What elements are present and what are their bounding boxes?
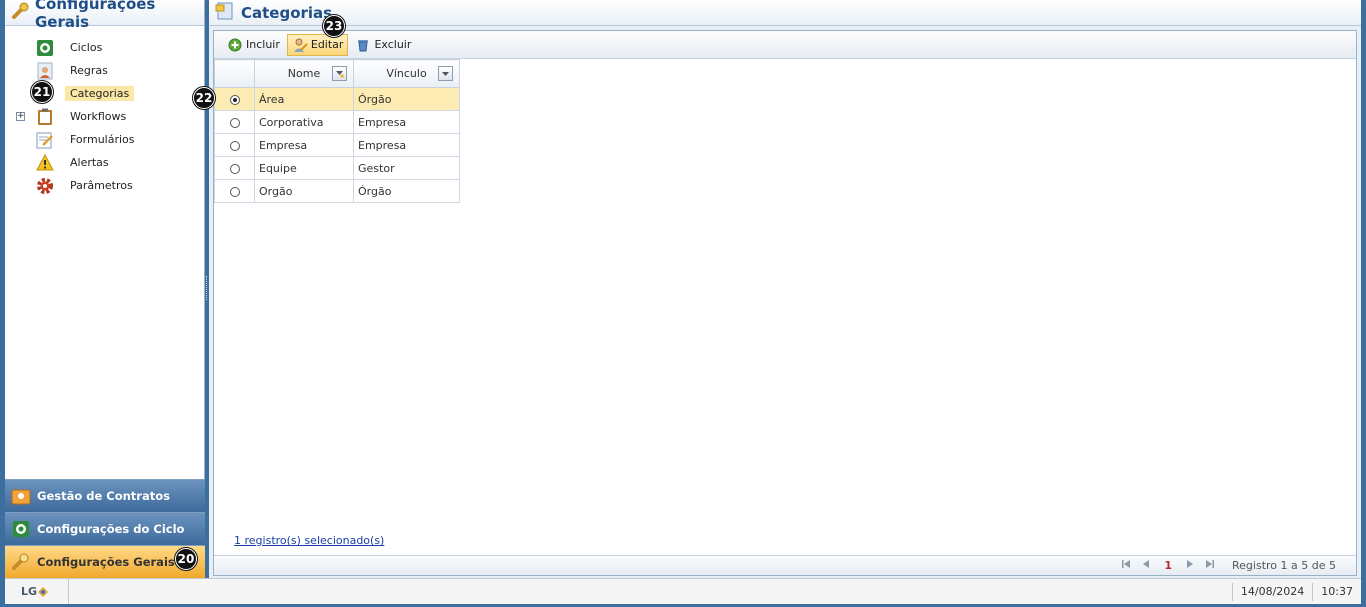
toolbar: Incluir Editar Excluir [214, 31, 1356, 59]
nav-label: Configurações Gerais [37, 555, 175, 569]
table-row[interactable]: Área Órgão [214, 87, 460, 111]
tree-item-label: Workflows [70, 110, 127, 123]
status-time: 10:37 [1312, 582, 1361, 601]
row-select-radio[interactable] [214, 156, 255, 180]
cycle-icon [36, 39, 54, 57]
pagination-bar: 1 Registro 1 a 5 de 5 [214, 555, 1356, 575]
nav-configuracoes-ciclo[interactable]: Configurações do Ciclo [5, 512, 205, 545]
nav-label: Configurações do Ciclo [37, 522, 185, 536]
next-page-icon[interactable] [1185, 559, 1195, 572]
dropdown-arrow-icon[interactable] [438, 66, 453, 81]
content-header: Categorias [209, 0, 1361, 26]
cell-vinculo: Gestor [353, 156, 460, 180]
tree-item-regras[interactable]: Regras [5, 59, 204, 82]
cell-vinculo: Órgão [353, 87, 460, 111]
clipboard-icon [36, 108, 54, 126]
nav-gestao-contratos[interactable]: Gestão de Contratos [5, 479, 205, 512]
user-rules-icon [36, 62, 54, 80]
table-header-row: Nome Vínculo [214, 59, 460, 88]
logo-mark-icon [38, 586, 49, 597]
radio-icon[interactable] [229, 163, 240, 174]
document-icon [215, 2, 235, 23]
cell-vinculo: Órgão [353, 179, 460, 203]
radio-icon[interactable] [229, 117, 240, 128]
wrench-icon [11, 552, 31, 572]
radio-icon[interactable] [229, 140, 240, 151]
logo-text: LG [21, 585, 38, 598]
contracts-icon [11, 486, 31, 506]
categories-container: Incluir Editar Excluir Nome Vínculo Área… [213, 30, 1357, 576]
cell-nome: Equipe [254, 156, 354, 180]
tree-item-label: Parâmetros [70, 179, 133, 192]
cycle-icon [11, 519, 31, 539]
edit-button[interactable]: Editar [286, 33, 349, 56]
column-label: Nome [287, 67, 321, 80]
select-column-header [214, 59, 255, 88]
prev-page-icon[interactable] [1141, 559, 1151, 572]
last-page-icon[interactable] [1205, 559, 1215, 572]
categories-table: Nome Vínculo Área Órgão Corporativa Empr… [214, 59, 460, 203]
tree-item-label: Ciclos [70, 41, 103, 54]
step-marker-23: 23 [323, 15, 345, 37]
table-row[interactable]: Orgão Órgão [214, 179, 460, 203]
column-header-vinculo[interactable]: Vínculo [353, 59, 460, 88]
status-bar: LG 14/08/2024 10:37 [5, 578, 1361, 604]
tree-item-label: Categorias [65, 86, 135, 101]
edit-label: Editar [310, 38, 344, 51]
tree-item-label: Alertas [70, 156, 109, 169]
add-icon [227, 37, 243, 53]
nav-label: Gestão de Contratos [37, 489, 170, 503]
edit-user-icon [292, 37, 308, 53]
records-info: Registro 1 a 5 de 5 [1232, 559, 1336, 572]
config-tree: Ciclos Regras Categorias + Workflows For… [5, 26, 204, 197]
left-panel-header: Configurações Gerais [5, 0, 204, 31]
cell-nome: Empresa [254, 133, 354, 157]
company-logo: LG [5, 579, 69, 604]
filter-icon[interactable] [332, 66, 347, 81]
expand-toggle[interactable]: + [16, 112, 25, 121]
page-title: Categorias [241, 3, 333, 22]
warning-icon [36, 153, 54, 172]
include-button[interactable]: Incluir [222, 34, 285, 56]
current-page[interactable]: 1 [1164, 559, 1172, 572]
tree-item-parametros[interactable]: Parâmetros [5, 174, 204, 197]
tree-item-label: Formulários [70, 133, 135, 146]
selected-records-link[interactable]: 1 registro(s) selecionado(s) [234, 534, 384, 547]
column-label: Vínculo [386, 67, 427, 80]
include-label: Incluir [246, 38, 280, 51]
radio-checked-icon[interactable] [229, 94, 240, 105]
tree-item-ciclos[interactable]: Ciclos [5, 36, 204, 59]
tree-item-formularios[interactable]: Formulários [5, 128, 204, 151]
cell-vinculo: Empresa [353, 133, 460, 157]
trash-icon [355, 37, 371, 53]
status-date: 14/08/2024 [1231, 582, 1312, 601]
row-select-radio[interactable] [214, 87, 255, 111]
table-row[interactable]: Empresa Empresa [214, 133, 460, 157]
tree-item-workflows[interactable]: + Workflows [5, 105, 204, 128]
delete-button[interactable]: Excluir [350, 34, 416, 56]
left-panel-title: Configurações Gerais [35, 0, 156, 31]
main-content-panel: Categorias Incluir Editar Excluir Nome V… [209, 0, 1361, 578]
step-marker-22: 22 [193, 87, 215, 109]
delete-label: Excluir [374, 38, 412, 51]
cell-nome: Área [254, 87, 354, 111]
table-row[interactable]: Corporativa Empresa [214, 110, 460, 134]
row-select-radio[interactable] [214, 110, 255, 134]
first-page-icon[interactable] [1121, 559, 1131, 572]
tree-item-alertas[interactable]: Alertas [5, 151, 204, 174]
cell-vinculo: Empresa [353, 110, 460, 134]
row-select-radio[interactable] [214, 133, 255, 157]
step-marker-21: 21 [31, 81, 53, 103]
row-select-radio[interactable] [214, 179, 255, 203]
step-marker-20: 20 [175, 548, 197, 570]
wrench-icon [11, 2, 31, 23]
column-header-nome[interactable]: Nome [254, 59, 354, 88]
cell-nome: Orgão [254, 179, 354, 203]
form-edit-icon [36, 131, 54, 149]
tree-item-label: Regras [70, 64, 108, 77]
table-row[interactable]: Equipe Gestor [214, 156, 460, 180]
gear-icon [36, 177, 54, 195]
cell-nome: Corporativa [254, 110, 354, 134]
radio-icon[interactable] [229, 186, 240, 197]
